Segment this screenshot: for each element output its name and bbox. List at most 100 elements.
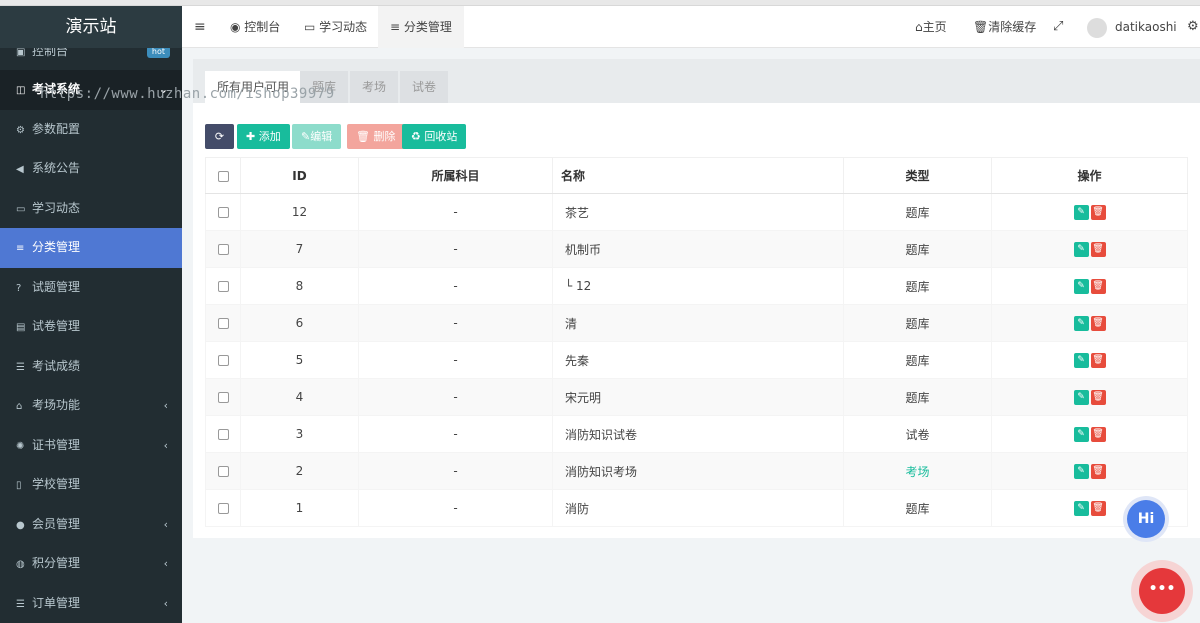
table-row[interactable]: 12- 茶艺 题库 ✎ 🗑 [205, 193, 1188, 231]
cell-type: 题库 [843, 193, 992, 231]
sidebar-item-icon: ☰ [16, 361, 25, 373]
row-checkbox[interactable] [217, 281, 229, 292]
sidebar-item-icon: ☰ [16, 598, 25, 610]
tab-category[interactable]: ≡ 分类管理 [378, 6, 464, 48]
col-id[interactable]: ID [240, 157, 359, 194]
row-checkbox[interactable] [217, 429, 229, 440]
row-edit-icon[interactable]: ✎ [1073, 500, 1089, 516]
row-edit-icon[interactable]: ✎ [1073, 241, 1089, 257]
chevron-left-icon: ‹ [163, 596, 168, 610]
refresh-icon: ⟳ [214, 130, 225, 143]
row-delete-icon[interactable]: 🗑 [1090, 352, 1106, 368]
refresh-button[interactable]: ⟳ [205, 124, 234, 149]
sidebar-item-7[interactable]: ⌂ 考场功能 ‹ [0, 386, 182, 426]
plus-icon: ✚ [246, 130, 259, 143]
row-checkbox[interactable] [217, 355, 229, 366]
tab-exam-room[interactable]: 考场 [350, 71, 399, 103]
add-button[interactable]: ✚ 添加 [237, 124, 290, 149]
table-row[interactable]: 6- 清题库 ✎ 🗑 [205, 304, 1188, 342]
row-checkbox[interactable] [217, 244, 229, 255]
select-all-checkbox[interactable] [217, 170, 229, 182]
row-edit-icon[interactable]: ✎ [1073, 426, 1089, 442]
col-name[interactable]: 名称 [552, 157, 844, 194]
sidebar-item-4[interactable]: ? 试题管理 [0, 268, 182, 308]
row-checkbox[interactable] [217, 318, 229, 329]
cell-actions: ✎ 🗑 [991, 452, 1188, 490]
site-logo[interactable]: 演示站 [0, 6, 182, 48]
sidebar-item-8[interactable]: ✺ 证书管理 ‹ [0, 426, 182, 466]
edit-label: 编辑 [310, 130, 333, 143]
cell-subject: - [358, 267, 553, 305]
sidebar-item-label: 订单管理 [32, 595, 81, 610]
select-all-cell [205, 157, 241, 194]
sidebar-item-6[interactable]: ☰ 考试成绩 [0, 347, 182, 387]
sidebar-item-3[interactable]: ≡ 分类管理 [0, 228, 182, 268]
sidebar-item-1[interactable]: ◀ 系统公告 [0, 149, 182, 189]
row-checkbox[interactable] [217, 207, 229, 218]
sidebar-item-10[interactable]: ● 会员管理 ‹ [0, 505, 182, 545]
chat-button[interactable]: ••• [1131, 560, 1193, 622]
row-delete-icon[interactable]: 🗑 [1090, 278, 1106, 294]
sidebar-menu: ⚙ 参数配置 ◀ 系统公告 ▭ 学习动态 ≡ 分类管理? 试题管理 ▤ 试卷管理 ☰ 考试成绩 ⌂ 考场功能… [0, 110, 182, 623]
row-delete-icon[interactable]: 🗑 [1090, 241, 1106, 257]
row-edit-icon[interactable]: ✎ [1073, 463, 1089, 479]
row-delete-icon[interactable]: 🗑 [1090, 426, 1106, 442]
table-row[interactable]: 8- └ 12 题库 ✎ 🗑 [205, 267, 1188, 305]
fullscreen-icon[interactable]: ⤢ [1053, 6, 1063, 48]
sidebar-item-9[interactable]: ▯ 学校管理 [0, 465, 182, 505]
tab-study[interactable]: ▭ 学习动态 [304, 6, 367, 48]
delete-label: 删除 [373, 130, 396, 143]
clear-cache-button[interactable]: 🗑清除缓存 [973, 6, 1036, 48]
gear-icon[interactable]: ⚙ [1187, 6, 1199, 48]
sidebar-item-2[interactable]: ▭ 学习动态 [0, 189, 182, 229]
delete-button[interactable]: 🗑 删除 [347, 124, 405, 149]
col-subject[interactable]: 所属科目 [358, 157, 553, 194]
row-select-cell [205, 415, 241, 453]
clear-cache-label: 清除缓存 [988, 20, 1037, 34]
cell-name: 先秦 [552, 341, 844, 379]
row-delete-icon[interactable]: 🗑 [1090, 389, 1106, 405]
row-delete-icon[interactable]: 🗑 [1090, 204, 1106, 220]
row-edit-icon[interactable]: ✎ [1073, 315, 1089, 331]
col-type[interactable]: 类型 [843, 157, 992, 194]
home-link[interactable]: ⌂主页 [915, 6, 947, 48]
sidebar-item-dashboard[interactable]: ▣ 控制台 hot [0, 48, 182, 70]
row-edit-icon[interactable]: ✎ [1073, 204, 1089, 220]
recycle-bin-button[interactable]: ♻ 回收站 [402, 124, 467, 149]
table-row[interactable]: 5- 先秦 题库 ✎ 🗑 [205, 341, 1188, 379]
row-delete-icon[interactable]: 🗑 [1090, 463, 1106, 479]
menu-toggle-icon[interactable]: ≡ [194, 6, 206, 48]
row-select-cell [205, 341, 241, 379]
sidebar-item-icon: ✺ [16, 440, 25, 452]
table-row[interactable]: 3- 消防知识试卷 试卷 ✎ 🗑 [205, 415, 1188, 453]
sidebar-item-label: 积分管理 [32, 556, 81, 570]
sidebar-item-5[interactable]: ▤ 试卷管理 [0, 307, 182, 347]
sidebar-item-label: 学校管理 [32, 477, 81, 491]
cell-name: 消防知识试卷 [552, 415, 844, 453]
table-row[interactable]: 1- 消防 题库 ✎ 🗑 [205, 489, 1188, 527]
tab-dashboard[interactable]: ◉ 控制台 [230, 6, 280, 48]
trash-icon: 🗑 [356, 130, 374, 143]
row-checkbox[interactable] [217, 466, 229, 477]
row-delete-icon[interactable]: 🗑 [1090, 315, 1106, 331]
sidebar-item-12[interactable]: ☰ 订单管理 ‹ [0, 584, 182, 623]
row-delete-icon[interactable]: 🗑 [1090, 500, 1106, 516]
row-edit-icon[interactable]: ✎ [1073, 278, 1089, 294]
table-row[interactable]: 7- 机制币 题库 ✎ 🗑 [205, 230, 1188, 268]
row-edit-icon[interactable]: ✎ [1073, 389, 1089, 405]
table-header-row: ID 所属科目 名称 类型 操作 [205, 157, 1188, 194]
row-select-cell [205, 267, 241, 305]
hi-assistant-button[interactable]: Hi [1127, 500, 1165, 538]
row-checkbox[interactable] [217, 392, 229, 403]
tab-exam-paper[interactable]: 试卷 [400, 71, 449, 103]
sidebar-item-11[interactable]: ◍ 积分管理 ‹ [0, 544, 182, 584]
edit-button[interactable]: ✎编辑 [292, 124, 342, 149]
row-checkbox[interactable] [217, 503, 229, 514]
table-row[interactable]: 2- 消防知识考场 考场 ✎ 🗑 [205, 452, 1188, 490]
avatar[interactable] [1087, 18, 1107, 38]
row-edit-icon[interactable]: ✎ [1073, 352, 1089, 368]
username[interactable]: datikaoshi [1115, 6, 1177, 48]
cell-id: 7 [240, 230, 359, 268]
sidebar-item-0[interactable]: ⚙ 参数配置 [0, 110, 182, 150]
table-row[interactable]: 4- 宋元明 题库 ✎ 🗑 [205, 378, 1188, 416]
